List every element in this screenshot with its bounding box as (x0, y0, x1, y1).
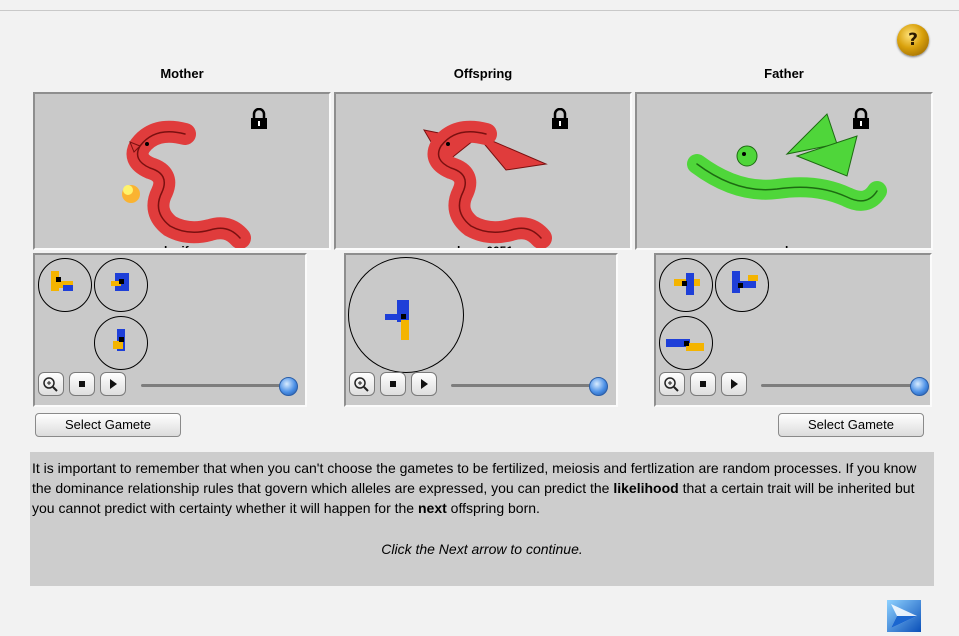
offspring-dragon-panel: drago0051 (334, 92, 632, 250)
zoom-in-icon (664, 377, 679, 392)
lock-icon[interactable] (249, 108, 269, 130)
father-dragon-name: saphyr (637, 244, 931, 248)
chromosome-icon (113, 329, 125, 351)
offspring-dragon-image (423, 120, 552, 248)
gamete[interactable] (38, 258, 92, 312)
chromosome-icon (111, 273, 129, 291)
offspring-slider-knob[interactable] (589, 377, 608, 396)
gamete[interactable] (94, 316, 148, 370)
info-text-part: offspring born. (446, 500, 540, 516)
mother-dragon-panel: lucifer (33, 92, 331, 250)
father-slider-knob[interactable] (910, 377, 929, 396)
zoom-in-icon (354, 377, 369, 392)
zoom-button[interactable] (659, 372, 685, 396)
gamete[interactable] (659, 316, 713, 370)
info-emphasis-next: next (417, 500, 447, 516)
stop-button[interactable] (690, 372, 716, 396)
play-icon (110, 379, 117, 389)
chromosome-icon (385, 300, 409, 340)
mother-title: Mother (160, 66, 204, 81)
next-arrow-icon[interactable] (887, 600, 921, 632)
zygote[interactable] (348, 257, 464, 373)
info-emphasis-likelihood: likelihood (613, 480, 679, 496)
top-divider (0, 10, 959, 11)
info-panel: It is important to remember that when yo… (30, 452, 934, 586)
chromosome-icon (666, 339, 704, 351)
continue-instruction: Click the Next arrow to continue. (381, 541, 583, 557)
mother-slider-track[interactable] (141, 384, 288, 387)
offspring-title: Offspring (453, 66, 513, 81)
father-dragon-image (687, 113, 887, 211)
zoom-in-icon (43, 377, 58, 392)
lock-icon[interactable] (550, 108, 570, 130)
question-icon: ? (908, 30, 918, 50)
mother-slider-knob[interactable] (279, 377, 298, 396)
stop-button[interactable] (69, 372, 95, 396)
chromosome-icon (732, 271, 758, 293)
mother-dragon-name: lucifer (35, 244, 329, 248)
gamete[interactable] (659, 258, 713, 312)
select-gamete-mother-button[interactable]: Select Gamete (35, 413, 181, 437)
play-icon (731, 379, 738, 389)
chromosome-icon (674, 273, 700, 295)
lock-icon[interactable] (851, 108, 871, 130)
stop-icon (700, 381, 706, 387)
father-title: Father (764, 66, 804, 81)
zoom-button[interactable] (349, 372, 375, 396)
play-button[interactable] (100, 372, 126, 396)
stop-button[interactable] (380, 372, 406, 396)
play-icon (421, 379, 428, 389)
offspring-dragon-name: drago0051 (336, 244, 630, 248)
help-button[interactable]: ? (897, 24, 929, 56)
gamete[interactable] (715, 258, 769, 312)
father-slider-track[interactable] (761, 384, 919, 387)
stop-icon (390, 381, 396, 387)
play-button[interactable] (721, 372, 747, 396)
play-button[interactable] (411, 372, 437, 396)
chromosome-icon (51, 271, 73, 291)
gamete[interactable] (94, 258, 148, 312)
zoom-button[interactable] (38, 372, 64, 396)
offspring-slider-track[interactable] (451, 384, 598, 387)
stop-icon (79, 381, 85, 387)
info-text: It is important to remember that when yo… (32, 458, 932, 518)
mother-dragon-image (122, 120, 251, 248)
father-dragon-panel: saphyr (635, 92, 933, 250)
select-gamete-father-button[interactable]: Select Gamete (778, 413, 924, 437)
